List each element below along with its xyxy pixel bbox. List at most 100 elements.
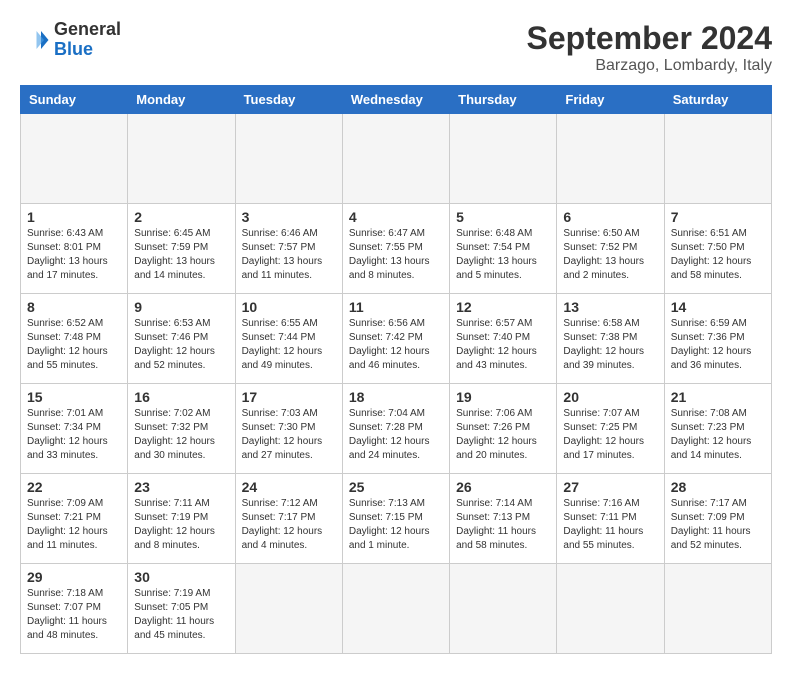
day-number: 8 bbox=[27, 299, 121, 315]
calendar-body: 1 Sunrise: 6:43 AM Sunset: 8:01 PM Daylig… bbox=[21, 114, 772, 654]
calendar-cell: 5Sunrise: 6:48 AM Sunset: 7:54 PM Daylig… bbox=[450, 204, 557, 294]
cell-content: Sunrise: 6:58 AM Sunset: 7:38 PM Dayligh… bbox=[563, 317, 657, 373]
cell-content: Sunrise: 7:13 AM Sunset: 7:15 PM Dayligh… bbox=[349, 497, 443, 553]
day-number: 14 bbox=[671, 299, 765, 315]
cell-content: Sunrise: 6:46 AM Sunset: 7:57 PM Dayligh… bbox=[242, 227, 336, 283]
calendar-cell: 15 Sunrise: 7:01 AM Sunset: 7:34 PM Dayli… bbox=[21, 384, 128, 474]
day-number: 19 bbox=[456, 389, 550, 405]
day-number: 25 bbox=[349, 479, 443, 495]
cell-content: Sunrise: 6:55 AM Sunset: 7:44 PM Dayligh… bbox=[242, 317, 336, 373]
cell-content: Sunrise: 6:43 AM Sunset: 8:01 PM Dayligh… bbox=[27, 227, 121, 283]
day-number: 15 bbox=[27, 389, 121, 405]
calendar-cell: 21 Sunrise: 7:08 AM Sunset: 7:23 PM Dayli… bbox=[664, 384, 771, 474]
day-number: 22 bbox=[27, 479, 121, 495]
calendar-week-row: 8Sunrise: 6:52 AM Sunset: 7:48 PM Daylig… bbox=[21, 294, 772, 384]
calendar-cell: 16 Sunrise: 7:02 AM Sunset: 7:32 PM Dayli… bbox=[128, 384, 235, 474]
title-block: September 2024 Barzago, Lombardy, Italy bbox=[527, 20, 772, 75]
cell-content: Sunrise: 6:50 AM Sunset: 7:52 PM Dayligh… bbox=[563, 227, 657, 283]
calendar-cell: 26 Sunrise: 7:14 AM Sunset: 7:13 PM Dayli… bbox=[450, 474, 557, 564]
day-number: 7 bbox=[671, 209, 765, 225]
day-number: 1 bbox=[27, 209, 121, 225]
day-number: 4 bbox=[349, 209, 443, 225]
day-number: 16 bbox=[134, 389, 228, 405]
calendar-cell: 6 Sunrise: 6:50 AM Sunset: 7:52 PM Daylig… bbox=[557, 204, 664, 294]
calendar-cell: 1 Sunrise: 6:43 AM Sunset: 8:01 PM Daylig… bbox=[21, 204, 128, 294]
calendar-cell: 27Sunrise: 7:16 AM Sunset: 7:11 PM Dayli… bbox=[557, 474, 664, 564]
day-number: 12 bbox=[456, 299, 550, 315]
cell-content: Sunrise: 6:57 AM Sunset: 7:40 PM Dayligh… bbox=[456, 317, 550, 373]
day-number: 17 bbox=[242, 389, 336, 405]
cell-content: Sunrise: 7:02 AM Sunset: 7:32 PM Dayligh… bbox=[134, 407, 228, 463]
calendar-cell bbox=[235, 114, 342, 204]
calendar-cell bbox=[342, 564, 449, 654]
cell-content: Sunrise: 7:09 AM Sunset: 7:21 PM Dayligh… bbox=[27, 497, 121, 553]
cell-content: Sunrise: 6:56 AM Sunset: 7:42 PM Dayligh… bbox=[349, 317, 443, 373]
calendar-cell: 10 Sunrise: 6:55 AM Sunset: 7:44 PM Dayli… bbox=[235, 294, 342, 384]
cell-content: Sunrise: 7:07 AM Sunset: 7:25 PM Dayligh… bbox=[563, 407, 657, 463]
column-header-monday: Monday bbox=[128, 86, 235, 114]
day-number: 3 bbox=[242, 209, 336, 225]
calendar-cell: 30 Sunrise: 7:19 AM Sunset: 7:05 PM Dayli… bbox=[128, 564, 235, 654]
cell-content: Sunrise: 7:04 AM Sunset: 7:28 PM Dayligh… bbox=[349, 407, 443, 463]
calendar-cell bbox=[557, 564, 664, 654]
cell-content: Sunrise: 7:17 AM Sunset: 7:09 PM Dayligh… bbox=[671, 497, 765, 553]
day-number: 18 bbox=[349, 389, 443, 405]
logo: General Blue bbox=[20, 20, 121, 60]
day-number: 23 bbox=[134, 479, 228, 495]
calendar-cell bbox=[21, 114, 128, 204]
cell-content: Sunrise: 7:03 AM Sunset: 7:30 PM Dayligh… bbox=[242, 407, 336, 463]
cell-content: Sunrise: 7:01 AM Sunset: 7:34 PM Dayligh… bbox=[27, 407, 121, 463]
day-number: 28 bbox=[671, 479, 765, 495]
calendar-cell: 29Sunrise: 7:18 AM Sunset: 7:07 PM Dayli… bbox=[21, 564, 128, 654]
cell-content: Sunrise: 7:08 AM Sunset: 7:23 PM Dayligh… bbox=[671, 407, 765, 463]
calendar-cell bbox=[450, 564, 557, 654]
cell-content: Sunrise: 6:45 AM Sunset: 7:59 PM Dayligh… bbox=[134, 227, 228, 283]
cell-content: Sunrise: 7:18 AM Sunset: 7:07 PM Dayligh… bbox=[27, 587, 121, 643]
cell-content: Sunrise: 6:59 AM Sunset: 7:36 PM Dayligh… bbox=[671, 317, 765, 373]
day-number: 5 bbox=[456, 209, 550, 225]
calendar-week-row: 22 Sunrise: 7:09 AM Sunset: 7:21 PM Dayli… bbox=[21, 474, 772, 564]
cell-content: Sunrise: 7:14 AM Sunset: 7:13 PM Dayligh… bbox=[456, 497, 550, 553]
header: General Blue September 2024 Barzago, Lom… bbox=[20, 20, 772, 75]
column-header-tuesday: Tuesday bbox=[235, 86, 342, 114]
day-number: 10 bbox=[242, 299, 336, 315]
calendar-cell: 23 Sunrise: 7:11 AM Sunset: 7:19 PM Dayli… bbox=[128, 474, 235, 564]
day-number: 27 bbox=[563, 479, 657, 495]
cell-content: Sunrise: 6:47 AM Sunset: 7:55 PM Dayligh… bbox=[349, 227, 443, 283]
calendar-cell: 18 Sunrise: 7:04 AM Sunset: 7:28 PM Dayli… bbox=[342, 384, 449, 474]
column-header-saturday: Saturday bbox=[664, 86, 771, 114]
column-header-thursday: Thursday bbox=[450, 86, 557, 114]
logo-text: General Blue bbox=[54, 20, 121, 60]
calendar-cell: 24Sunrise: 7:12 AM Sunset: 7:17 PM Dayli… bbox=[235, 474, 342, 564]
day-number: 6 bbox=[563, 209, 657, 225]
calendar-week-row: 1 Sunrise: 6:43 AM Sunset: 8:01 PM Daylig… bbox=[21, 204, 772, 294]
location: Barzago, Lombardy, Italy bbox=[527, 57, 772, 75]
day-number: 20 bbox=[563, 389, 657, 405]
day-number: 13 bbox=[563, 299, 657, 315]
calendar-cell bbox=[235, 564, 342, 654]
calendar-week-row: 29Sunrise: 7:18 AM Sunset: 7:07 PM Dayli… bbox=[21, 564, 772, 654]
calendar-cell: 28 Sunrise: 7:17 AM Sunset: 7:09 PM Dayli… bbox=[664, 474, 771, 564]
calendar-cell: 20 Sunrise: 7:07 AM Sunset: 7:25 PM Dayli… bbox=[557, 384, 664, 474]
calendar-cell bbox=[128, 114, 235, 204]
cell-content: Sunrise: 7:19 AM Sunset: 7:05 PM Dayligh… bbox=[134, 587, 228, 643]
cell-content: Sunrise: 7:11 AM Sunset: 7:19 PM Dayligh… bbox=[134, 497, 228, 553]
calendar-cell: 3 Sunrise: 6:46 AM Sunset: 7:57 PM Daylig… bbox=[235, 204, 342, 294]
day-number: 26 bbox=[456, 479, 550, 495]
calendar-cell: 4 Sunrise: 6:47 AM Sunset: 7:55 PM Daylig… bbox=[342, 204, 449, 294]
calendar-cell bbox=[664, 114, 771, 204]
day-number: 9 bbox=[134, 299, 228, 315]
calendar-cell: 13 Sunrise: 6:58 AM Sunset: 7:38 PM Dayli… bbox=[557, 294, 664, 384]
calendar-cell: 12 Sunrise: 6:57 AM Sunset: 7:40 PM Dayli… bbox=[450, 294, 557, 384]
cell-content: Sunrise: 6:53 AM Sunset: 7:46 PM Dayligh… bbox=[134, 317, 228, 373]
cell-content: Sunrise: 6:51 AM Sunset: 7:50 PM Dayligh… bbox=[671, 227, 765, 283]
calendar-week-row bbox=[21, 114, 772, 204]
calendar-cell: 22 Sunrise: 7:09 AM Sunset: 7:21 PM Dayli… bbox=[21, 474, 128, 564]
calendar-cell bbox=[450, 114, 557, 204]
day-number: 30 bbox=[134, 569, 228, 585]
calendar-cell: 8Sunrise: 6:52 AM Sunset: 7:48 PM Daylig… bbox=[21, 294, 128, 384]
day-number: 24 bbox=[242, 479, 336, 495]
day-number: 21 bbox=[671, 389, 765, 405]
column-header-wednesday: Wednesday bbox=[342, 86, 449, 114]
calendar-cell: 25 Sunrise: 7:13 AM Sunset: 7:15 PM Dayli… bbox=[342, 474, 449, 564]
